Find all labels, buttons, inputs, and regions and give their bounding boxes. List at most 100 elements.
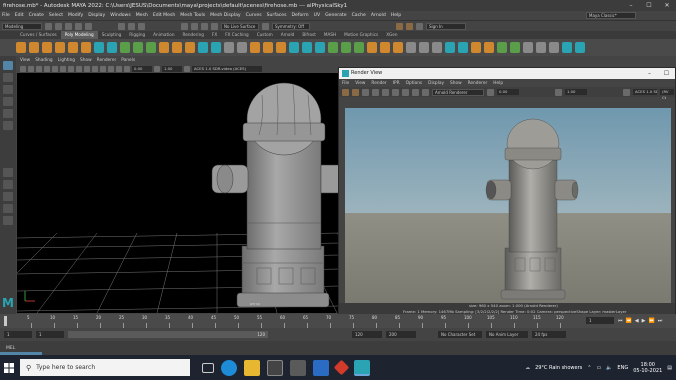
shelf-tool-icon[interactable] bbox=[224, 42, 234, 53]
menu-item-deform[interactable]: Deform bbox=[292, 13, 309, 18]
redo-icon[interactable] bbox=[85, 22, 92, 30]
play-back-icon[interactable]: ◀ bbox=[635, 318, 639, 324]
shelf-tool-icon[interactable] bbox=[432, 42, 442, 53]
shelf-tool-icon[interactable] bbox=[497, 42, 507, 53]
menu-item-help[interactable]: Help bbox=[391, 13, 401, 18]
shelf-tool-icon[interactable] bbox=[16, 42, 26, 53]
store-icon[interactable] bbox=[267, 359, 283, 376]
go-end-icon[interactable]: ⏭ bbox=[658, 318, 663, 324]
rv-minimize-icon[interactable]: – bbox=[641, 68, 658, 79]
move-tool-icon[interactable] bbox=[3, 97, 13, 106]
shelf-tool-icon[interactable] bbox=[510, 42, 520, 53]
camera-attributes-icon[interactable] bbox=[28, 65, 34, 72]
snap-grid-icon[interactable] bbox=[181, 22, 188, 30]
rv-remove-image-icon[interactable] bbox=[412, 88, 419, 96]
menu-item-select[interactable]: Select bbox=[49, 13, 63, 18]
shelf-tool-icon[interactable] bbox=[172, 42, 182, 53]
four-pane-layout-icon[interactable] bbox=[3, 180, 13, 189]
weather-text[interactable]: 29°C Rain showers bbox=[535, 365, 582, 371]
minimize-icon[interactable]: – bbox=[622, 0, 640, 11]
close-icon[interactable]: ✕ bbox=[658, 0, 676, 11]
step-forward-icon[interactable]: ⏩ bbox=[648, 318, 654, 324]
edge-browser-icon[interactable] bbox=[221, 359, 237, 376]
shelf-tool-icon[interactable] bbox=[445, 42, 455, 53]
rv-gamma-icon[interactable] bbox=[555, 88, 562, 96]
time-slider[interactable]: 5 10 15 20 25 30 35 40 45 50 55 60 65 70 75 80 85 90 95 100… bbox=[0, 314, 676, 328]
menu-item-surfaces[interactable]: Surfaces bbox=[267, 13, 287, 18]
rv-1to1-icon[interactable] bbox=[392, 88, 399, 96]
playback-end-field[interactable]: 120 bbox=[352, 331, 382, 338]
shelf-tool-icon[interactable] bbox=[133, 42, 143, 53]
play-forward-icon[interactable]: ▶ bbox=[642, 318, 646, 324]
rv-menu-help[interactable]: Help bbox=[493, 81, 503, 86]
wireframe-icon[interactable] bbox=[76, 65, 82, 72]
graph-layout-icon[interactable] bbox=[3, 216, 13, 225]
viewport-menu-shading[interactable]: Shading bbox=[35, 58, 52, 63]
menu-item-generate[interactable]: Generate bbox=[325, 13, 346, 18]
render-current-icon[interactable] bbox=[396, 22, 403, 30]
shelf-tool-icon[interactable] bbox=[107, 42, 117, 53]
shelf-tool-icon[interactable] bbox=[549, 42, 559, 53]
select-object-icon[interactable] bbox=[128, 22, 135, 30]
shelf-tab-mash[interactable]: MASH bbox=[320, 31, 340, 39]
rv-tab[interactable]: (RV Ct bbox=[660, 89, 674, 100]
lasso-tool-icon[interactable] bbox=[3, 73, 13, 82]
snap-curve-icon[interactable] bbox=[191, 22, 198, 30]
range-bar[interactable]: 120 bbox=[68, 331, 268, 338]
command-language-label[interactable]: MEL bbox=[6, 346, 15, 351]
fps-dropdown[interactable]: 24 fps bbox=[532, 331, 566, 338]
notification-icon[interactable]: ▤ bbox=[667, 365, 672, 371]
shelf-tool-icon[interactable] bbox=[250, 42, 260, 53]
range-start-field[interactable]: 1 bbox=[4, 331, 32, 338]
snap-view-icon[interactable] bbox=[211, 22, 218, 30]
shelf-tool-icon[interactable] bbox=[393, 42, 403, 53]
gamma-icon[interactable] bbox=[154, 65, 160, 72]
outliner-layout-icon[interactable] bbox=[3, 204, 13, 213]
gamma-field[interactable]: 1.00 bbox=[162, 65, 182, 72]
film-gate-icon[interactable] bbox=[60, 65, 66, 72]
shelf-tab-bifrost[interactable]: Bifrost bbox=[298, 31, 320, 39]
shelf-tool-icon[interactable] bbox=[302, 42, 312, 53]
shelf-tool-icon[interactable] bbox=[94, 42, 104, 53]
shelf-tool-icon[interactable] bbox=[146, 42, 156, 53]
menu-item-windows[interactable]: Windows bbox=[110, 13, 131, 18]
smooth-shade-icon[interactable] bbox=[84, 65, 90, 72]
menu-item-arnold[interactable]: Arnold bbox=[371, 13, 386, 18]
symmetry-icon[interactable] bbox=[262, 22, 269, 30]
shelf-tool-icon[interactable] bbox=[55, 42, 65, 53]
shelf-tool-icon[interactable] bbox=[42, 42, 52, 53]
bookmark-icon[interactable] bbox=[36, 65, 42, 72]
hydrant-model[interactable] bbox=[211, 82, 340, 308]
app-grid-icon[interactable] bbox=[290, 359, 306, 376]
shelf-tool-icon[interactable] bbox=[289, 42, 299, 53]
perspective-viewport[interactable]: persp bbox=[17, 73, 340, 313]
animation-end-field[interactable]: 200 bbox=[386, 331, 416, 338]
windows-start-icon[interactable] bbox=[0, 355, 18, 380]
workspace-selector[interactable]: Maya Classic* bbox=[586, 12, 636, 19]
maximize-icon[interactable]: ☐ bbox=[640, 0, 658, 11]
scale-tool-icon[interactable] bbox=[3, 121, 13, 130]
rv-menu-view[interactable]: View bbox=[355, 81, 365, 86]
shelf-tool-icon[interactable] bbox=[68, 42, 78, 53]
single-pane-layout-icon[interactable] bbox=[3, 168, 13, 177]
shelf-tool-icon[interactable] bbox=[198, 42, 208, 53]
shelf-tool-icon[interactable] bbox=[458, 42, 468, 53]
rv-menu-display[interactable]: Display bbox=[428, 81, 444, 86]
taskbar-search[interactable]: ⚲ Type here to search bbox=[20, 359, 190, 376]
shelf-tool-icon[interactable] bbox=[523, 42, 533, 53]
resolution-gate-icon[interactable] bbox=[68, 65, 74, 72]
rv-menu-renderer[interactable]: Renderer bbox=[468, 81, 488, 86]
shelf-tab-fx-caching[interactable]: FX Caching bbox=[221, 31, 253, 39]
rv-region-icon[interactable] bbox=[372, 88, 379, 96]
menu-item-mesh[interactable]: Mesh bbox=[136, 13, 148, 18]
shelf-tab-fx[interactable]: FX bbox=[208, 31, 221, 39]
viewport-menu-panels[interactable]: Panels bbox=[121, 58, 135, 63]
menu-item-display[interactable]: Display bbox=[88, 13, 105, 18]
image-plane-icon[interactable] bbox=[44, 65, 50, 72]
rv-colorspace-field[interactable]: ACES 1.0 SDR-video (ACES) bbox=[633, 89, 657, 95]
save-scene-icon[interactable] bbox=[65, 22, 72, 30]
shelf-tool-icon[interactable] bbox=[29, 42, 39, 53]
anim-layer-dropdown[interactable]: No Anim Layer bbox=[486, 331, 528, 338]
language-indicator[interactable]: ENG bbox=[617, 365, 628, 371]
network-icon[interactable]: ▭ bbox=[596, 365, 601, 371]
